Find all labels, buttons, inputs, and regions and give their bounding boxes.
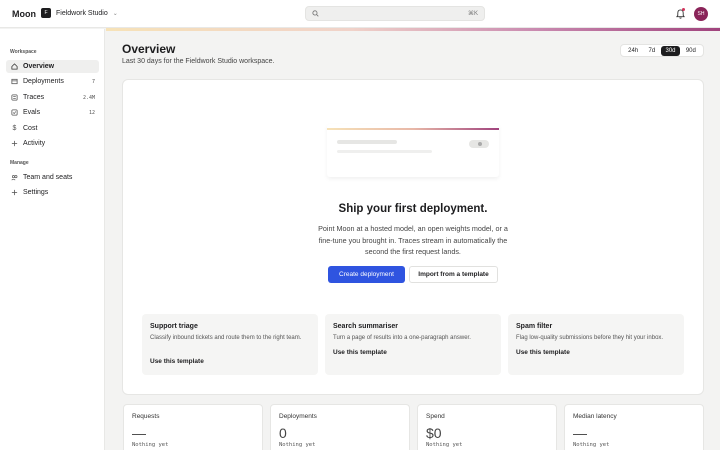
empty-state-body: Point Moon at a hosted model, an open we… bbox=[318, 224, 508, 256]
illustration-line bbox=[337, 140, 397, 144]
metric-label: Spend bbox=[426, 413, 445, 420]
sidebar-item-activity[interactable]: Activity bbox=[6, 137, 99, 150]
sidebar: Workspace Overview Deployments 7 Traces … bbox=[0, 29, 105, 450]
page-subtitle: Last 30 days for the Fieldwork Studio wo… bbox=[122, 58, 275, 65]
team-icon bbox=[11, 175, 18, 181]
sidebar-section-workspace: Workspace bbox=[10, 49, 37, 55]
home-icon bbox=[11, 63, 18, 70]
template-card-support-triage: Support triage Classify inbound tickets … bbox=[142, 314, 318, 375]
metric-label: Requests bbox=[132, 413, 160, 420]
activity-icon bbox=[11, 140, 18, 147]
metric-note: Nothing yet bbox=[132, 442, 169, 448]
template-description: Classify inbound tickets and route them … bbox=[150, 335, 302, 341]
empty-state-title: Ship your first deployment. bbox=[338, 203, 488, 215]
search-input[interactable]: ⌘K bbox=[305, 6, 485, 21]
use-template-link[interactable]: Use this template bbox=[150, 358, 204, 365]
sidebar-item-evals[interactable]: Evals 12 bbox=[6, 106, 99, 119]
create-deployment-button[interactable]: Create deployment bbox=[328, 266, 405, 283]
metric-label: Median latency bbox=[573, 413, 617, 420]
sidebar-item-label: Cost bbox=[23, 125, 38, 132]
accent-bar bbox=[106, 28, 720, 31]
template-title: Support triage bbox=[150, 323, 198, 330]
sidebar-item-cost[interactable]: $ Cost bbox=[6, 122, 99, 135]
metric-median-latency: Median latency — Nothing yet bbox=[564, 404, 704, 450]
range-90d[interactable]: 90d bbox=[682, 46, 700, 56]
time-range-selector: 24h 7d 30d 90d bbox=[620, 44, 704, 57]
notification-dot bbox=[682, 8, 685, 11]
box-icon bbox=[11, 78, 18, 85]
template-description: Flag low-quality submissions before they… bbox=[516, 335, 664, 341]
sidebar-item-count: 2.4M bbox=[82, 94, 95, 101]
metric-value: — bbox=[573, 425, 587, 441]
metric-note: Nothing yet bbox=[279, 442, 316, 448]
empty-state-illustration bbox=[327, 124, 499, 177]
metric-label: Deployments bbox=[279, 413, 317, 420]
metric-value: 0 bbox=[279, 425, 287, 441]
sidebar-item-deployments[interactable]: Deployments 7 bbox=[6, 75, 99, 88]
traces-icon bbox=[11, 94, 18, 101]
sidebar-item-count: 12 bbox=[88, 109, 95, 116]
sidebar-item-team[interactable]: Team and seats bbox=[6, 171, 99, 184]
template-card-spam-filter: Spam filter Flag low-quality submissions… bbox=[508, 314, 684, 375]
metric-note: Nothing yet bbox=[426, 442, 463, 448]
page-title: Overview bbox=[122, 42, 176, 56]
sidebar-item-traces[interactable]: Traces 2.4M bbox=[6, 91, 99, 104]
sidebar-item-label: Settings bbox=[23, 189, 49, 196]
use-template-link[interactable]: Use this template bbox=[333, 349, 387, 356]
workspace-badge: F bbox=[41, 8, 51, 18]
sidebar-item-label: Team and seats bbox=[23, 174, 73, 181]
sidebar-item-settings[interactable]: Settings bbox=[6, 186, 99, 199]
range-24h[interactable]: 24h bbox=[624, 46, 642, 56]
chevron-down-icon: ⌄ bbox=[112, 10, 118, 17]
template-description: Turn a page of results into a one-paragr… bbox=[333, 335, 471, 341]
template-title: Search summariser bbox=[333, 323, 398, 330]
metric-note: Nothing yet bbox=[573, 442, 610, 448]
gear-icon bbox=[11, 189, 18, 196]
avatar[interactable]: SH bbox=[694, 7, 708, 21]
sidebar-item-label: Activity bbox=[23, 140, 46, 147]
illustration-toggle-knob bbox=[478, 142, 482, 146]
app-logo[interactable]: Moon bbox=[12, 9, 36, 19]
sidebar-section-manage: Manage bbox=[10, 160, 29, 166]
metric-value: — bbox=[132, 425, 146, 441]
workspace-switcher[interactable]: F Fieldwork Studio ⌄ bbox=[41, 8, 118, 18]
metric-deployments: Deployments 0 Nothing yet bbox=[270, 404, 410, 450]
import-template-button[interactable]: Import from a template bbox=[409, 266, 498, 283]
metric-value: $0 bbox=[426, 425, 442, 441]
search-shortcut: ⌘K bbox=[467, 11, 478, 17]
metric-requests: Requests — Nothing yet bbox=[123, 404, 263, 450]
sidebar-item-count: 7 bbox=[91, 78, 95, 85]
sidebar-item-label: Overview bbox=[23, 63, 55, 70]
sidebar-item-label: Traces bbox=[23, 94, 45, 101]
search-icon bbox=[312, 10, 319, 17]
template-title: Spam filter bbox=[516, 323, 553, 330]
template-card-search-summariser: Search summariser Turn a page of results… bbox=[325, 314, 501, 375]
sidebar-item-label: Evals bbox=[23, 109, 41, 116]
workspace-name: Fieldwork Studio bbox=[56, 9, 108, 17]
top-bar: Moon F Fieldwork Studio ⌄ ⌘K SH bbox=[0, 0, 720, 28]
range-7d[interactable]: 7d bbox=[644, 46, 659, 56]
evals-icon bbox=[11, 109, 18, 116]
metric-spend: Spend $0 Nothing yet bbox=[417, 404, 557, 450]
use-template-link[interactable]: Use this template bbox=[516, 349, 570, 356]
range-30d[interactable]: 30d bbox=[661, 45, 680, 56]
illustration-line bbox=[337, 150, 432, 153]
sidebar-item-label: Deployments bbox=[23, 78, 64, 85]
dollar-icon: $ bbox=[12, 125, 17, 132]
illustration-bar bbox=[327, 128, 499, 130]
sidebar-item-overview[interactable]: Overview bbox=[6, 60, 99, 73]
